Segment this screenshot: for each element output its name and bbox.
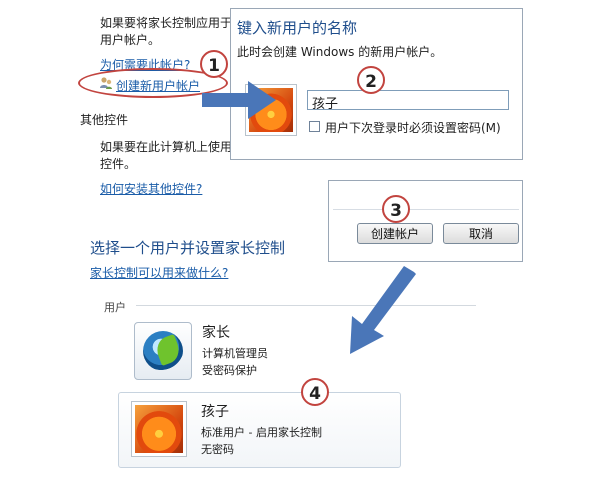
cancel-button[interactable]: 取消: [443, 223, 519, 244]
arrow-down-left-icon: [350, 266, 416, 354]
user-name: 孩子: [201, 404, 229, 420]
user-name: 家长: [202, 325, 230, 341]
users-divider: [136, 305, 476, 306]
dialog-title: 键入新用户的名称: [237, 19, 358, 37]
user-tile-child[interactable]: 孩子 标准用户 - 启用家长控制 无密码: [118, 392, 401, 468]
install-controls-link[interactable]: 如何安装其他控件?: [100, 180, 202, 197]
step-badge-1: 1: [200, 50, 228, 78]
other-text-line1: 如果要在此计算机上使用: [100, 140, 233, 154]
user-password-status: 无密码: [201, 443, 234, 456]
other-controls-heading: 其他控件: [80, 113, 129, 127]
other-text-line2: 控件。: [100, 157, 137, 171]
password-checkbox[interactable]: [309, 121, 320, 132]
username-input[interactable]: 孩子: [307, 90, 509, 112]
confirm-dialog: 创建帐户 取消: [328, 180, 523, 262]
step-badge-2: 2: [357, 66, 385, 94]
password-checkbox-label: 用户下次登录时必须设置密码(M): [325, 121, 501, 135]
step-badge-4: 4: [301, 378, 329, 406]
dialog-divider: [333, 209, 519, 210]
arrow-right-icon: [202, 81, 276, 119]
users-group-label: 用户: [104, 301, 126, 314]
create-user-link[interactable]: 创建新用户帐户: [116, 77, 200, 94]
username-value: 孩子: [312, 97, 339, 112]
section-title: 选择一个用户并设置家长控制: [90, 239, 286, 257]
parental-controls-help-link[interactable]: 家长控制可以用来做什么?: [90, 264, 228, 281]
user-tile-parent[interactable]: 家长 计算机管理员 受密码保护: [128, 318, 348, 384]
intro-text-line1: 如果要将家长控制应用于: [100, 16, 233, 30]
users-icon: [99, 76, 113, 90]
flower-avatar: [131, 401, 187, 457]
dialog-subtitle: 此时会创建 Windows 的新用户帐户。: [237, 45, 443, 59]
user-password-status: 受密码保护: [202, 364, 257, 377]
user-type: 标准用户 - 启用家长控制: [201, 426, 322, 439]
app-logo-avatar: [134, 322, 192, 380]
step-badge-3: 3: [382, 195, 410, 223]
create-account-button[interactable]: 创建帐户: [357, 223, 433, 244]
intro-text-line2: 用户帐户。: [100, 33, 161, 47]
user-type: 计算机管理员: [202, 347, 268, 360]
